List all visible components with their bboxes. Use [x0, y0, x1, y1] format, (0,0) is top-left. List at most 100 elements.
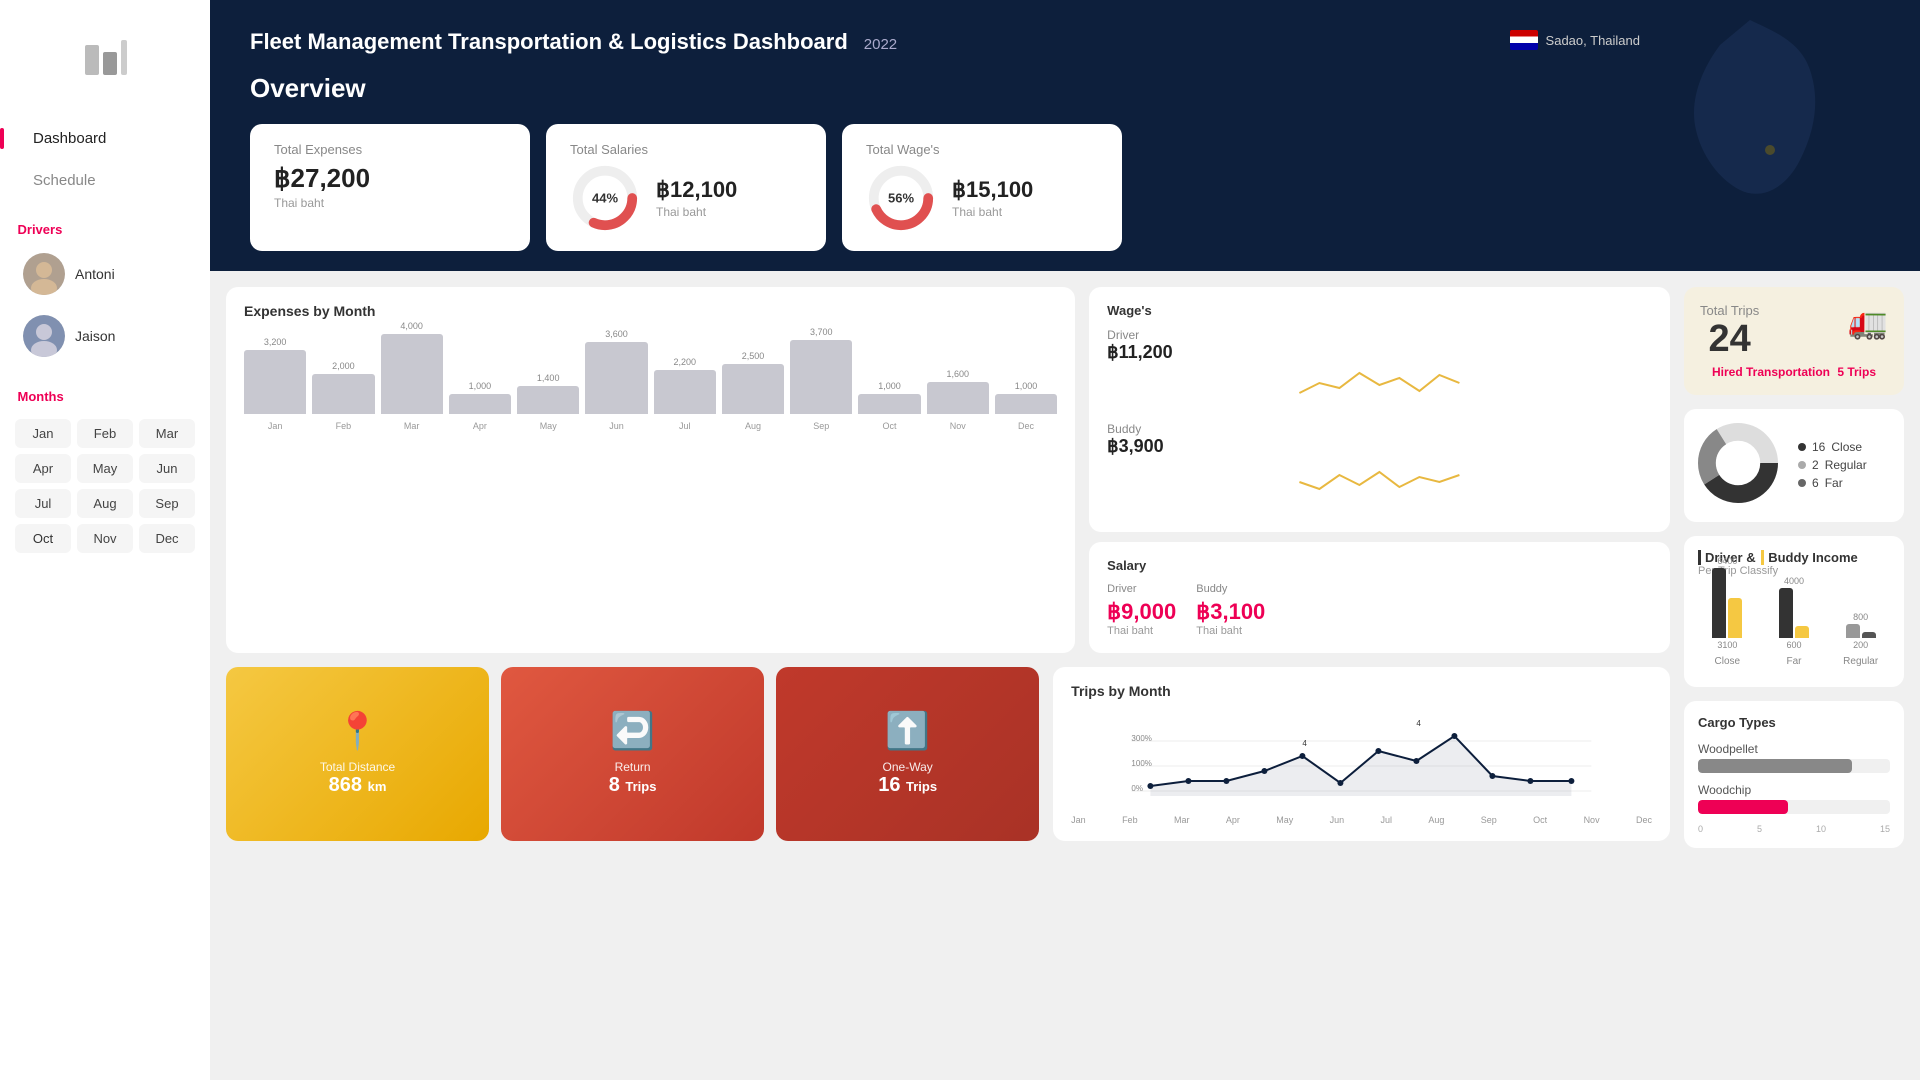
- close-label: Close: [1831, 440, 1862, 454]
- buddy-salary-unit: Thai baht: [1196, 625, 1265, 637]
- month-nov[interactable]: Nov: [77, 524, 133, 553]
- month-feb[interactable]: Feb: [77, 419, 133, 448]
- driver-item-1[interactable]: Jaison: [15, 309, 195, 363]
- trips-chart-title: Trips by Month: [1071, 683, 1652, 699]
- income-regular-group: 800 200 Regular: [1831, 612, 1890, 667]
- left-content: Expenses by Month 3,200Jan2,000Feb4,000M…: [226, 287, 1670, 1064]
- driver-salary-label: Driver: [1107, 583, 1176, 595]
- month-sep[interactable]: Sep: [139, 489, 195, 518]
- far-driver-bar: [1779, 588, 1793, 638]
- bar-nov: [927, 382, 989, 414]
- month-jan[interactable]: Jan: [15, 419, 71, 448]
- page-title: Fleet Management Transportation & Logist…: [250, 28, 848, 57]
- month-oct[interactable]: Oct: [15, 524, 71, 553]
- svg-text:0%: 0%: [1132, 784, 1144, 793]
- driver-avatar-0: [23, 253, 65, 295]
- wages-unit: Thai baht: [952, 205, 1033, 219]
- cargo-title: Cargo Types: [1698, 715, 1890, 730]
- hired-trips-count: 5 Trips: [1837, 365, 1876, 379]
- header-banner: Sadao, Thailand Fleet Management Transpo…: [210, 0, 1920, 271]
- driver-salary-value: ฿9,000: [1107, 599, 1176, 625]
- cargo-woodchip: Woodchip: [1698, 783, 1890, 814]
- bottom-charts-row: 📍 Total Distance 868 km ↩️ Return 8 Trip…: [226, 667, 1670, 841]
- drivers-section-label: Drivers: [18, 222, 198, 237]
- wages-donut: 56% ฿15,100 Thai baht: [866, 163, 1098, 233]
- expenses-chart-title: Expenses by Month: [244, 303, 1057, 319]
- expenses-unit: Thai baht: [274, 196, 506, 210]
- svg-text:100%: 100%: [1132, 759, 1152, 768]
- return-label: Return: [615, 760, 651, 774]
- salary-card-section: Salary Driver ฿9,000 Thai baht Buddy ฿3,…: [1089, 542, 1670, 653]
- month-jul[interactable]: Jul: [15, 489, 71, 518]
- regular-buddy-bar: [1862, 632, 1876, 638]
- truck-icon: 🚛: [1848, 303, 1888, 341]
- bar-group-jun: 3,600Jun: [585, 329, 647, 431]
- bar-group-jul: 2,200Jul: [654, 357, 716, 431]
- salaries-card: Total Salaries 44% ฿12,100 Thai baht: [546, 124, 826, 251]
- top-charts-row: Expenses by Month 3,200Jan2,000Feb4,000M…: [226, 287, 1670, 653]
- salary-section-title: Salary: [1107, 558, 1652, 573]
- woodpellet-bar: [1698, 759, 1852, 773]
- cargo-woodpellet: Woodpellet: [1698, 742, 1890, 773]
- far-label: Far: [1825, 476, 1843, 490]
- cargo-axis: 0 5 10 15: [1698, 824, 1890, 834]
- month-mar[interactable]: Mar: [139, 419, 195, 448]
- woodpellet-bar-bg: [1698, 759, 1890, 773]
- wages-card: Total Wage's 56% ฿15,100 Thai baht: [842, 124, 1122, 251]
- oneway-card: ⬆️ One-Way 16 Trips: [776, 667, 1039, 841]
- bar-apr: [449, 394, 511, 414]
- bar-may: [517, 386, 579, 414]
- bar-aug: [722, 364, 784, 414]
- month-aug[interactable]: Aug: [77, 489, 133, 518]
- salaries-value: ฿12,100: [656, 177, 737, 203]
- wages-value: ฿15,100: [952, 177, 1033, 203]
- sidebar-item-schedule[interactable]: Schedule: [15, 162, 195, 199]
- expenses-card: Total Expenses ฿27,200 Thai baht: [250, 124, 530, 251]
- cargo-card: Cargo Types Woodpellet Woodchip 0 5: [1684, 701, 1904, 848]
- main-area: Sadao, Thailand Fleet Management Transpo…: [210, 0, 1920, 1080]
- buddy-salary: Buddy ฿3,100 Thai baht: [1196, 583, 1265, 637]
- bar-group-may: 1,400May: [517, 373, 579, 431]
- buddy-wage-label: Buddy: [1107, 422, 1652, 436]
- return-value: 8 Trips: [609, 774, 657, 797]
- months-section-label: Months: [18, 389, 198, 404]
- month-apr[interactable]: Apr: [15, 454, 71, 483]
- bar-mar: [381, 334, 443, 414]
- salaries-donut: 44% ฿12,100 Thai baht: [570, 163, 802, 233]
- expenses-value: ฿27,200: [274, 163, 506, 194]
- page-year: 2022: [864, 36, 897, 53]
- bar-jul: [654, 370, 716, 414]
- driver-wage-label: Driver: [1107, 328, 1652, 342]
- wages-section-title: Wage's: [1107, 303, 1652, 318]
- location-pin-icon: 📍: [335, 710, 380, 752]
- svg-text:300%: 300%: [1132, 734, 1152, 743]
- driver-name-0: Antoni: [75, 266, 115, 282]
- sidebar-item-dashboard[interactable]: Dashboard: [15, 120, 195, 157]
- bar-jan: [244, 350, 306, 414]
- distance-cards: 📍 Total Distance 868 km ↩️ Return 8 Trip…: [226, 667, 1039, 841]
- oneway-label: One-Way: [883, 760, 933, 774]
- pie-chart: [1698, 423, 1778, 508]
- pie-chart-card: 16 Close 2 Regular 6 Far: [1684, 409, 1904, 522]
- driver-sparkline: [1107, 363, 1652, 403]
- bar-oct: [858, 394, 920, 414]
- legend-regular: 2 Regular: [1798, 458, 1867, 472]
- income-close-group: 6400 3100 Close: [1698, 556, 1757, 667]
- app-logo: [75, 30, 135, 90]
- months-grid: Jan Feb Mar Apr May Jun Jul Aug Sep Oct …: [15, 419, 195, 553]
- woodchip-bar: [1698, 800, 1788, 814]
- bar-group-oct: 1,000Oct: [858, 381, 920, 431]
- salaries-unit: Thai baht: [656, 205, 737, 219]
- month-may[interactable]: May: [77, 454, 133, 483]
- driver-item-0[interactable]: Antoni: [15, 247, 195, 301]
- buddy-salary-label: Buddy: [1196, 583, 1265, 595]
- buddy-wage-amount: ฿3,900: [1107, 436, 1652, 457]
- driver-name-1: Jaison: [75, 328, 115, 344]
- content-area: Expenses by Month 3,200Jan2,000Feb4,000M…: [210, 271, 1920, 1080]
- bar-group-sep: 3,700Sep: [790, 327, 852, 431]
- trips-line-chart: 300% 100% 0% 4 4: [1071, 711, 1652, 811]
- month-dec[interactable]: Dec: [139, 524, 195, 553]
- month-jun[interactable]: Jun: [139, 454, 195, 483]
- income-bars: 6400 3100 Close 4000: [1698, 587, 1890, 667]
- bar-group-aug: 2,500Aug: [722, 351, 784, 431]
